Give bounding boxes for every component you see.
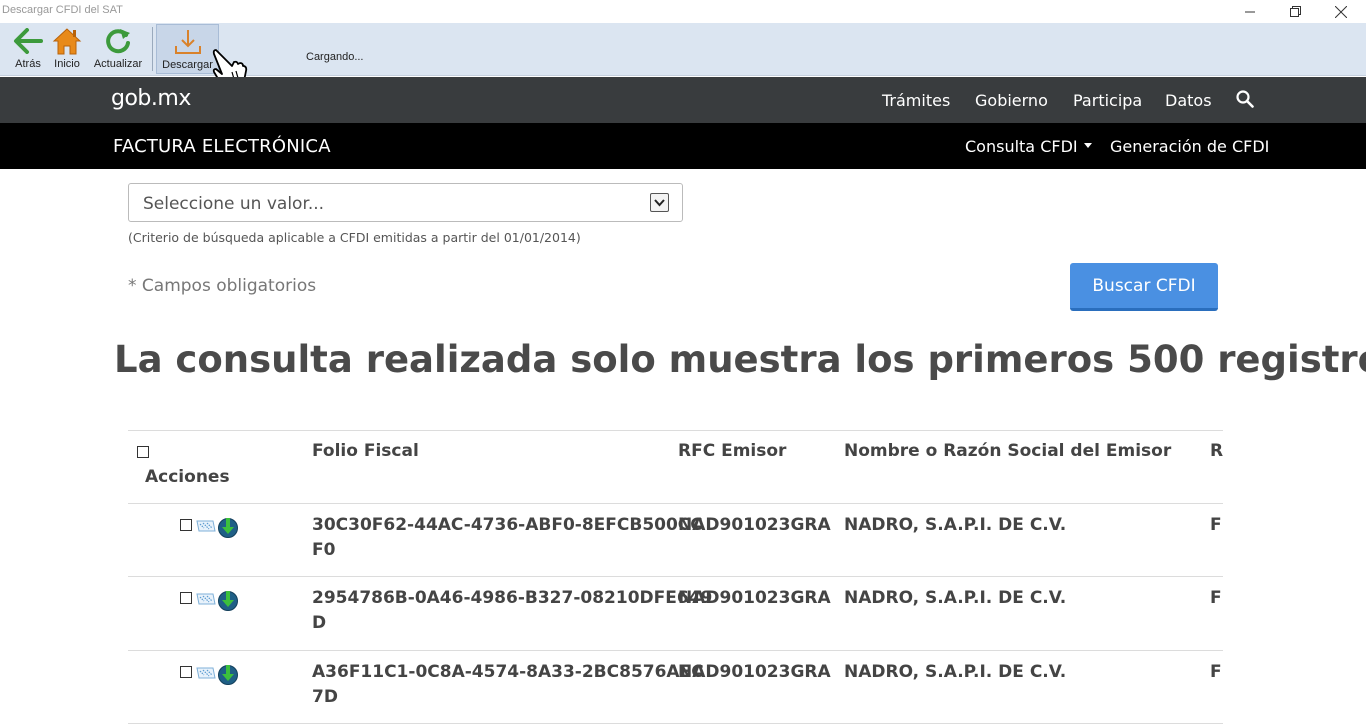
row-rfc: NAD901023GRA [678, 588, 831, 608]
row-nombre: NADRO, S.A.P.I. DE C.V. [844, 662, 1067, 682]
nav-participa[interactable]: Participa [1073, 91, 1142, 110]
nav-tramites[interactable]: Trámites [882, 91, 950, 110]
download-icon [174, 30, 201, 54]
select-all-checkbox[interactable] [137, 446, 149, 458]
section-bar: FACTURA ELECTRÓNICA Consulta CFDI Genera… [0, 123, 1366, 169]
row-next: FI [1210, 662, 1223, 682]
arrow-left-icon [14, 28, 43, 54]
row-rfc: NAD901023GRA [678, 515, 831, 535]
minimize-icon [1244, 11, 1255, 13]
restore-button[interactable] [1272, 0, 1318, 23]
row-checkbox[interactable] [180, 519, 192, 531]
close-icon [1335, 5, 1347, 18]
download-label: Descargar [162, 59, 213, 71]
view-cfdi-icon[interactable] [195, 519, 217, 535]
window-title-bar: Descargar CFDI del SAT [0, 0, 1366, 23]
nav-datos[interactable]: Datos [1165, 91, 1212, 110]
table-divider [128, 650, 1223, 651]
generacion-cfdi-link[interactable]: Generación de CFDI [1110, 137, 1269, 156]
search-criteria-hint: (Criterio de búsqueda aplicable a CFDI e… [128, 230, 581, 245]
restore-icon [1289, 6, 1301, 17]
row-actions [195, 662, 239, 686]
close-button[interactable] [1318, 0, 1364, 23]
gob-header: gob.mx Trámites Gobierno Participa Datos [0, 77, 1366, 123]
nav-gobierno[interactable]: Gobierno [975, 91, 1048, 110]
app-toolbar: Atrás Inicio Actualizar Descargar Cargan… [0, 23, 1366, 76]
refresh-icon [106, 29, 130, 54]
view-cfdi-icon[interactable] [195, 592, 217, 608]
row-nombre: NADRO, S.A.P.I. DE C.V. [844, 588, 1067, 608]
download-cfdi-icon[interactable] [217, 662, 239, 686]
row-next: FI [1210, 515, 1223, 535]
table-divider [128, 503, 1223, 504]
results-table: Acciones Folio Fiscal RFC Emisor Nombre … [128, 430, 1223, 725]
th-folio-fiscal[interactable]: Folio Fiscal [312, 441, 419, 461]
th-rfc-emisor[interactable]: RFC Emisor [678, 441, 786, 461]
row-folio-line2: 7D [312, 687, 338, 707]
row-folio-line2: F0 [312, 540, 336, 560]
view-cfdi-icon[interactable] [195, 666, 217, 682]
results-limit-message: La consulta realizada solo muestra los p… [114, 338, 1366, 381]
th-nombre-emisor[interactable]: Nombre o Razón Social del Emisor [844, 441, 1171, 461]
select-value: Seleccione un valor... [143, 194, 325, 214]
back-label: Atrás [15, 58, 41, 70]
section-title[interactable]: FACTURA ELECTRÓNICA [113, 136, 331, 157]
row-folio-line1: 2954786B-0A46-4986-B327-08210DFE649 [312, 588, 713, 608]
search-cfdi-button[interactable]: Buscar CFDI [1070, 263, 1218, 311]
row-folio-line1: 30C30F62-44AC-4736-ABF0-8EFCB500CC [312, 515, 703, 535]
row-rfc: NAD901023GRA [678, 662, 831, 682]
row-next: FI [1210, 588, 1223, 608]
minimize-button[interactable] [1227, 0, 1273, 23]
gob-mx-logo[interactable]: gob.mx [111, 86, 191, 111]
search-icon[interactable] [1236, 90, 1254, 108]
home-button[interactable]: Inicio [49, 24, 85, 74]
row-folio-line1: A36F11C1-0C8A-4574-8A33-2BC8576AEC [312, 662, 704, 682]
required-fields-note: * Campos obligatorios [128, 276, 317, 296]
th-acciones: Acciones [145, 467, 230, 487]
chevron-down-icon [654, 198, 665, 206]
table-divider [128, 576, 1223, 577]
back-button[interactable]: Atrás [10, 24, 46, 74]
row-checkbox[interactable] [180, 592, 192, 604]
window-title: Descargar CFDI del SAT [2, 4, 123, 16]
row-folio-line2: D [312, 613, 327, 633]
row-actions [195, 588, 239, 612]
search-criteria-select[interactable]: Seleccione un valor... [128, 183, 683, 222]
logo-suffix: mx [157, 86, 191, 111]
row-actions [195, 515, 239, 539]
consulta-cfdi-label: Consulta CFDI [965, 137, 1078, 156]
toolbar-separator [152, 27, 153, 71]
select-arrow[interactable] [650, 193, 669, 212]
loading-status: Cargando... [306, 51, 364, 63]
refresh-label: Actualizar [93, 58, 143, 70]
consulta-cfdi-dropdown[interactable]: Consulta CFDI [965, 137, 1092, 156]
row-checkbox[interactable] [180, 666, 192, 678]
th-next-column[interactable]: RI [1210, 441, 1223, 461]
download-cfdi-icon[interactable] [217, 515, 239, 539]
download-cfdi-icon[interactable] [217, 588, 239, 612]
refresh-button[interactable]: Actualizar [90, 24, 146, 74]
row-nombre: NADRO, S.A.P.I. DE C.V. [844, 515, 1067, 535]
caret-down-icon [1083, 143, 1092, 148]
home-icon [52, 28, 82, 55]
table-border-top [128, 430, 1223, 431]
table-divider [128, 723, 1223, 724]
home-label: Inicio [54, 58, 80, 70]
logo-text: gob [111, 86, 151, 111]
